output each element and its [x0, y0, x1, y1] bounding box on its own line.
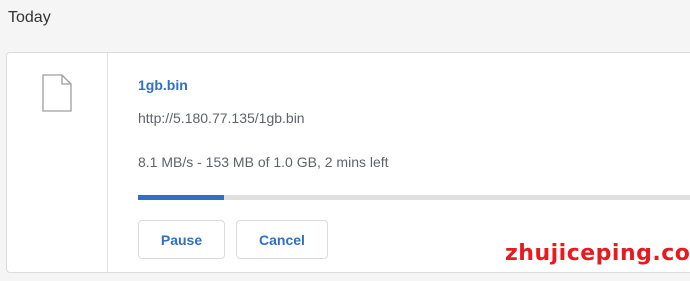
progress-bar-fill — [138, 195, 224, 200]
progress-bar — [138, 195, 690, 200]
section-header-today: Today — [8, 9, 51, 26]
download-item-card: 1gb.bin http://5.180.77.135/1gb.bin 8.1 … — [6, 52, 690, 273]
cancel-button[interactable]: Cancel — [236, 220, 328, 259]
file-url: http://5.180.77.135/1gb.bin — [138, 110, 305, 126]
watermark-text: zhujiceping.com — [505, 241, 690, 266]
file-name-link[interactable]: 1gb.bin — [138, 77, 188, 93]
card-divider — [107, 53, 108, 272]
download-status: 8.1 MB/s - 153 MB of 1.0 GB, 2 mins left — [138, 154, 389, 170]
pause-button[interactable]: Pause — [138, 220, 225, 259]
document-icon — [41, 74, 73, 112]
